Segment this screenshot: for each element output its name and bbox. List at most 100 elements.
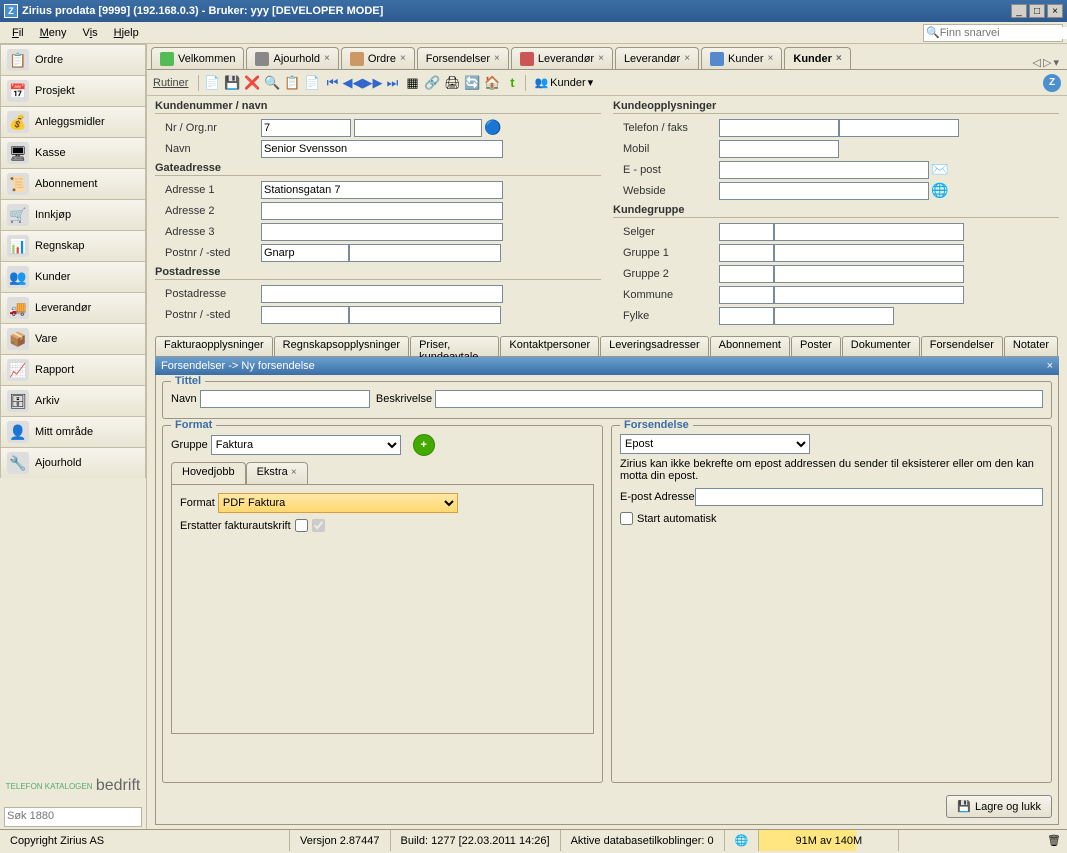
tab-leverandor1[interactable]: Leverandør× bbox=[511, 47, 613, 69]
sidebar-item-vare[interactable]: 📦Vare bbox=[0, 323, 146, 354]
print-icon[interactable]: 🖨 bbox=[443, 74, 461, 92]
subtab-poster[interactable]: Poster bbox=[791, 336, 841, 356]
start-auto-checkbox[interactable] bbox=[620, 512, 633, 525]
subtab-notater[interactable]: Notater bbox=[1004, 336, 1058, 356]
kommune-name-input[interactable] bbox=[774, 286, 964, 304]
faks-input[interactable] bbox=[839, 119, 959, 137]
close-icon[interactable]: × bbox=[598, 53, 604, 64]
kunder-dropdown[interactable]: 👥Kunder▾ bbox=[530, 76, 597, 89]
copy-icon[interactable]: 📋 bbox=[283, 74, 301, 92]
subtab-regnskap[interactable]: Regnskapsopplysninger bbox=[274, 336, 409, 356]
tab-hovedjobb[interactable]: Hovedjobb bbox=[171, 462, 246, 484]
g2-name-input[interactable] bbox=[774, 265, 964, 283]
sidebar-item-mittomrade[interactable]: 👤Mitt område bbox=[0, 416, 146, 447]
g1-input[interactable] bbox=[719, 244, 774, 262]
tab-ajourhold[interactable]: Ajourhold× bbox=[246, 47, 338, 69]
close-icon[interactable]: × bbox=[324, 53, 330, 64]
sted-input[interactable] bbox=[349, 244, 501, 262]
shortcut-search-input[interactable] bbox=[940, 27, 1067, 39]
adr2-input[interactable] bbox=[261, 202, 503, 220]
tab-kunder2[interactable]: Kunder× bbox=[784, 47, 850, 69]
sok-1880-input[interactable] bbox=[5, 808, 141, 824]
tab-next-icon[interactable]: ▷ bbox=[1043, 56, 1051, 69]
search-icon[interactable]: 🔍 bbox=[263, 74, 281, 92]
epost-adresse-input[interactable] bbox=[695, 488, 1043, 506]
add-button[interactable]: + bbox=[413, 434, 435, 456]
adr1-input[interactable] bbox=[261, 181, 503, 199]
last-icon[interactable]: ⏭ bbox=[383, 74, 401, 92]
navn-input[interactable] bbox=[261, 140, 503, 158]
g1-name-input[interactable] bbox=[774, 244, 964, 262]
close-icon[interactable]: × bbox=[768, 53, 774, 64]
t-icon[interactable]: t bbox=[503, 74, 521, 92]
format-select[interactable]: PDF Faktura bbox=[218, 493, 458, 513]
refresh-icon[interactable]: 🔄 bbox=[463, 74, 481, 92]
tab-velkommen[interactable]: Velkommen bbox=[151, 47, 244, 69]
erstatter-checkbox[interactable] bbox=[295, 519, 308, 532]
sidebar-item-innkjop[interactable]: 🛒Innkjøp bbox=[0, 199, 146, 230]
sidebar-item-prosjekt[interactable]: 📅Prosjekt bbox=[0, 75, 146, 106]
sidebar-item-kunder[interactable]: 👥Kunder bbox=[0, 261, 146, 292]
fylke-input[interactable] bbox=[719, 307, 774, 325]
post-postnr-input[interactable] bbox=[261, 306, 349, 324]
forsendelse-select[interactable]: Epost bbox=[620, 434, 810, 454]
shortcut-search[interactable]: 🔍 bbox=[923, 24, 1063, 42]
new-icon[interactable]: 📄 bbox=[203, 74, 221, 92]
paste-icon[interactable]: 📄 bbox=[303, 74, 321, 92]
beskrivelse-input[interactable] bbox=[435, 390, 1043, 408]
delete-icon[interactable]: ❌ bbox=[243, 74, 261, 92]
z-button[interactable]: Z bbox=[1043, 74, 1061, 92]
sok-1880-search[interactable] bbox=[4, 807, 142, 827]
mobil-input[interactable] bbox=[719, 140, 839, 158]
sidebar-item-anlegg[interactable]: 💰Anleggsmidler bbox=[0, 106, 146, 137]
tab-ekstra[interactable]: Ekstra × bbox=[246, 462, 308, 484]
menu-fil[interactable]: Fil bbox=[4, 25, 32, 41]
status-globe-icon[interactable]: 🌐 bbox=[725, 830, 760, 851]
close-icon[interactable]: × bbox=[836, 53, 842, 64]
close-icon[interactable]: × bbox=[291, 467, 297, 478]
post-sted-input[interactable] bbox=[349, 306, 501, 324]
sidebar-item-kasse[interactable]: 🖥Kasse bbox=[0, 137, 146, 168]
menu-hjelp[interactable]: Hjelp bbox=[106, 25, 147, 41]
link-icon[interactable]: 🔗 bbox=[423, 74, 441, 92]
close-icon[interactable]: × bbox=[400, 53, 406, 64]
lookup-icon[interactable]: 🔵 bbox=[484, 119, 502, 137]
sidebar-item-rapport[interactable]: 📈Rapport bbox=[0, 354, 146, 385]
grid-icon[interactable]: ▦ bbox=[403, 74, 421, 92]
minimize-button[interactable]: _ bbox=[1011, 4, 1027, 18]
lagre-og-lukk-button[interactable]: 💾 Lagre og lukk bbox=[946, 795, 1052, 818]
subtab-abonnement[interactable]: Abonnement bbox=[710, 336, 790, 356]
tab-forsendelser[interactable]: Forsendelser× bbox=[417, 47, 509, 69]
sidebar-item-arkiv[interactable]: 🗄Arkiv bbox=[0, 385, 146, 416]
postnr-input[interactable] bbox=[261, 244, 349, 262]
close-button[interactable]: × bbox=[1047, 4, 1063, 18]
maximize-button[interactable]: □ bbox=[1029, 4, 1045, 18]
epost-input[interactable] bbox=[719, 161, 929, 179]
org-input[interactable] bbox=[354, 119, 482, 137]
web-icon[interactable]: 🌐 bbox=[931, 182, 949, 200]
subtab-faktura[interactable]: Fakturaopplysninger bbox=[155, 336, 273, 356]
tab-list-icon[interactable]: ▾ bbox=[1053, 56, 1059, 69]
sidebar-item-abonnement[interactable]: 📜Abonnement bbox=[0, 168, 146, 199]
sidebar-item-ordre[interactable]: 📋Ordre bbox=[0, 44, 146, 75]
close-icon[interactable]: × bbox=[494, 53, 500, 64]
g2-input[interactable] bbox=[719, 265, 774, 283]
web-input[interactable] bbox=[719, 182, 929, 200]
home-icon[interactable]: 🏠 bbox=[483, 74, 501, 92]
tab-leverandor2[interactable]: Leverandør× bbox=[615, 47, 699, 69]
tab-kunder1[interactable]: Kunder× bbox=[701, 47, 782, 69]
rutiner-link[interactable]: Rutiner bbox=[153, 77, 188, 89]
tab-ordre[interactable]: Ordre× bbox=[341, 47, 415, 69]
first-icon[interactable]: ⏮ bbox=[323, 74, 341, 92]
next-icon[interactable]: ▶▶ bbox=[363, 74, 381, 92]
subtab-forsendelser[interactable]: Forsendelser bbox=[921, 336, 1003, 356]
menu-vis[interactable]: Vis bbox=[75, 25, 106, 41]
fylke-name-input[interactable] bbox=[774, 307, 894, 325]
close-icon[interactable]: × bbox=[684, 53, 690, 64]
trash-icon[interactable]: 🗑 bbox=[1041, 834, 1067, 847]
sidebar-item-leverandor[interactable]: 🚚Leverandør bbox=[0, 292, 146, 323]
telefon-input[interactable] bbox=[719, 119, 839, 137]
gruppe-select[interactable]: Faktura bbox=[211, 435, 401, 455]
subtab-priser[interactable]: Priser, kundeavtale bbox=[410, 336, 499, 356]
postadresse-input[interactable] bbox=[261, 285, 503, 303]
